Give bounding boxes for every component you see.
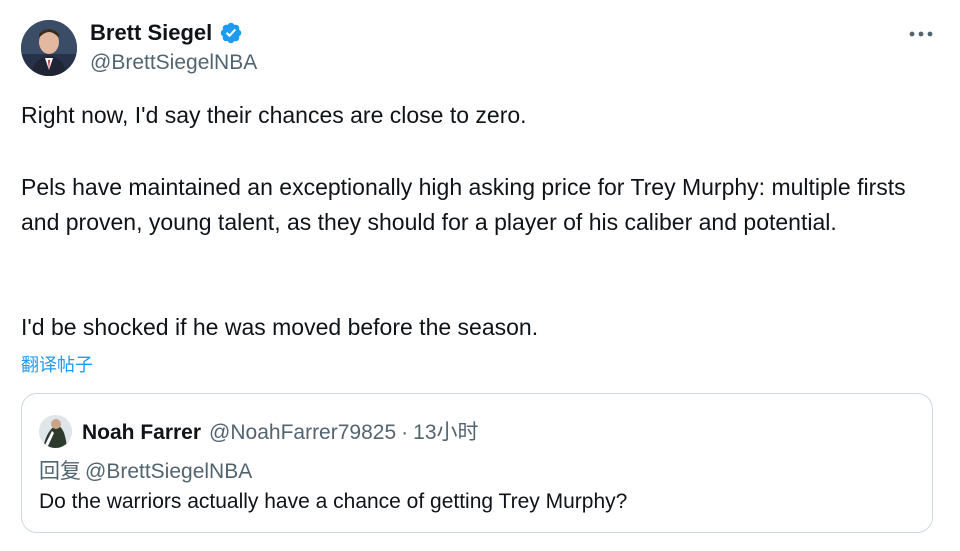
tweet-paragraph-1: Right now, I'd say their chances are clo… <box>21 102 527 128</box>
tweet-paragraph-2: Pels have maintained an exceptionally hi… <box>21 174 906 235</box>
author-display-name[interactable]: Brett Siegel <box>90 20 212 46</box>
quoted-avatar-photo-icon <box>39 415 72 448</box>
quoted-author-name[interactable]: Noah Farrer <box>82 421 201 445</box>
author-name-row: Brett Siegel <box>90 20 243 46</box>
quoted-author-handle[interactable]: @NoahFarrer79825 <box>209 421 396 445</box>
verified-badge-icon <box>221 22 242 44</box>
more-horizontal-icon[interactable] <box>906 24 936 44</box>
quoted-tweet-text: Do the warriors actually have a chance o… <box>39 490 628 513</box>
quoted-tweet-header: Noah Farrer @NoahFarrer79825 · 13小时 <box>82 416 479 446</box>
quoted-reply-context: 回复 @BrettSiegelNBA <box>39 455 252 485</box>
quoted-separator: · <box>401 421 409 444</box>
reply-prefix: 回复 <box>39 460 81 483</box>
reply-to-handle[interactable]: @BrettSiegelNBA <box>85 460 252 483</box>
quoted-tweet-card[interactable]: Noah Farrer @NoahFarrer79825 · 13小时 回复 @B… <box>21 393 933 533</box>
quoted-timestamp[interactable]: 13小时 <box>413 416 478 446</box>
author-handle[interactable]: @BrettSiegelNBA <box>90 51 257 75</box>
author-avatar[interactable] <box>21 20 77 76</box>
avatar-photo-icon <box>21 20 77 76</box>
quoted-author-avatar[interactable] <box>39 415 72 448</box>
translate-post-link[interactable]: 翻译帖子 <box>21 351 93 377</box>
tweet-paragraph-3: I'd be shocked if he was moved before th… <box>21 314 539 340</box>
